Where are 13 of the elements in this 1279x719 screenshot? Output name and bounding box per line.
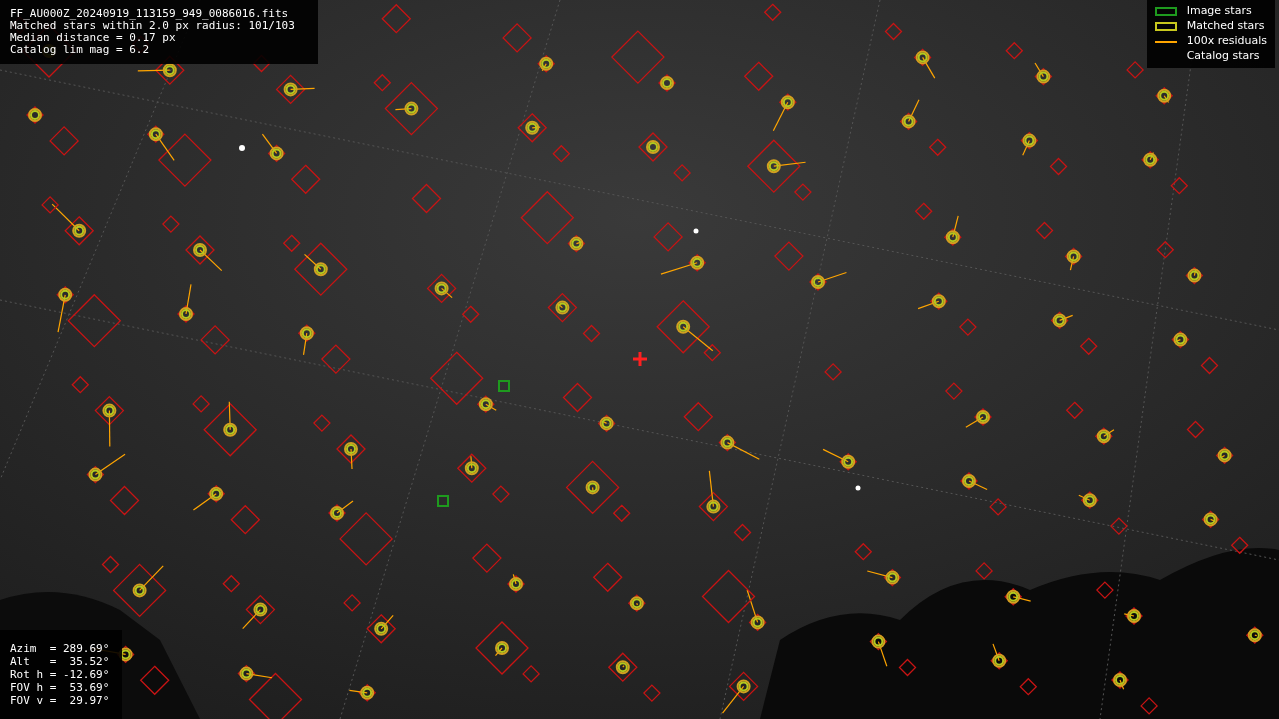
pointing-text: Azim = 289.69° — [10, 642, 111, 655]
legend-label: Image stars — [1186, 3, 1252, 20]
pointing-text: Rot h = -12.69° — [10, 668, 111, 681]
legend-label: Catalog stars — [1186, 48, 1260, 65]
pointing-text: Alt = 35.52° — [10, 655, 111, 668]
info-text: Median distance = 0.17 px — [10, 32, 177, 44]
legend-label: Matched stars — [1186, 18, 1265, 35]
legend-label: 100x residuals — [1186, 33, 1267, 50]
info-text: Catalog lim mag = 6.2 — [10, 44, 151, 56]
pointing-text: FOV v = 29.97° — [10, 694, 111, 707]
info-text: Matched stars within 2.0 px radius: 101/103 — [10, 20, 296, 32]
info-text: FF_AU000Z_20240919_113159_949_0086016.fits — [10, 8, 290, 20]
pointing-text: FOV h = 53.69° — [10, 681, 111, 694]
